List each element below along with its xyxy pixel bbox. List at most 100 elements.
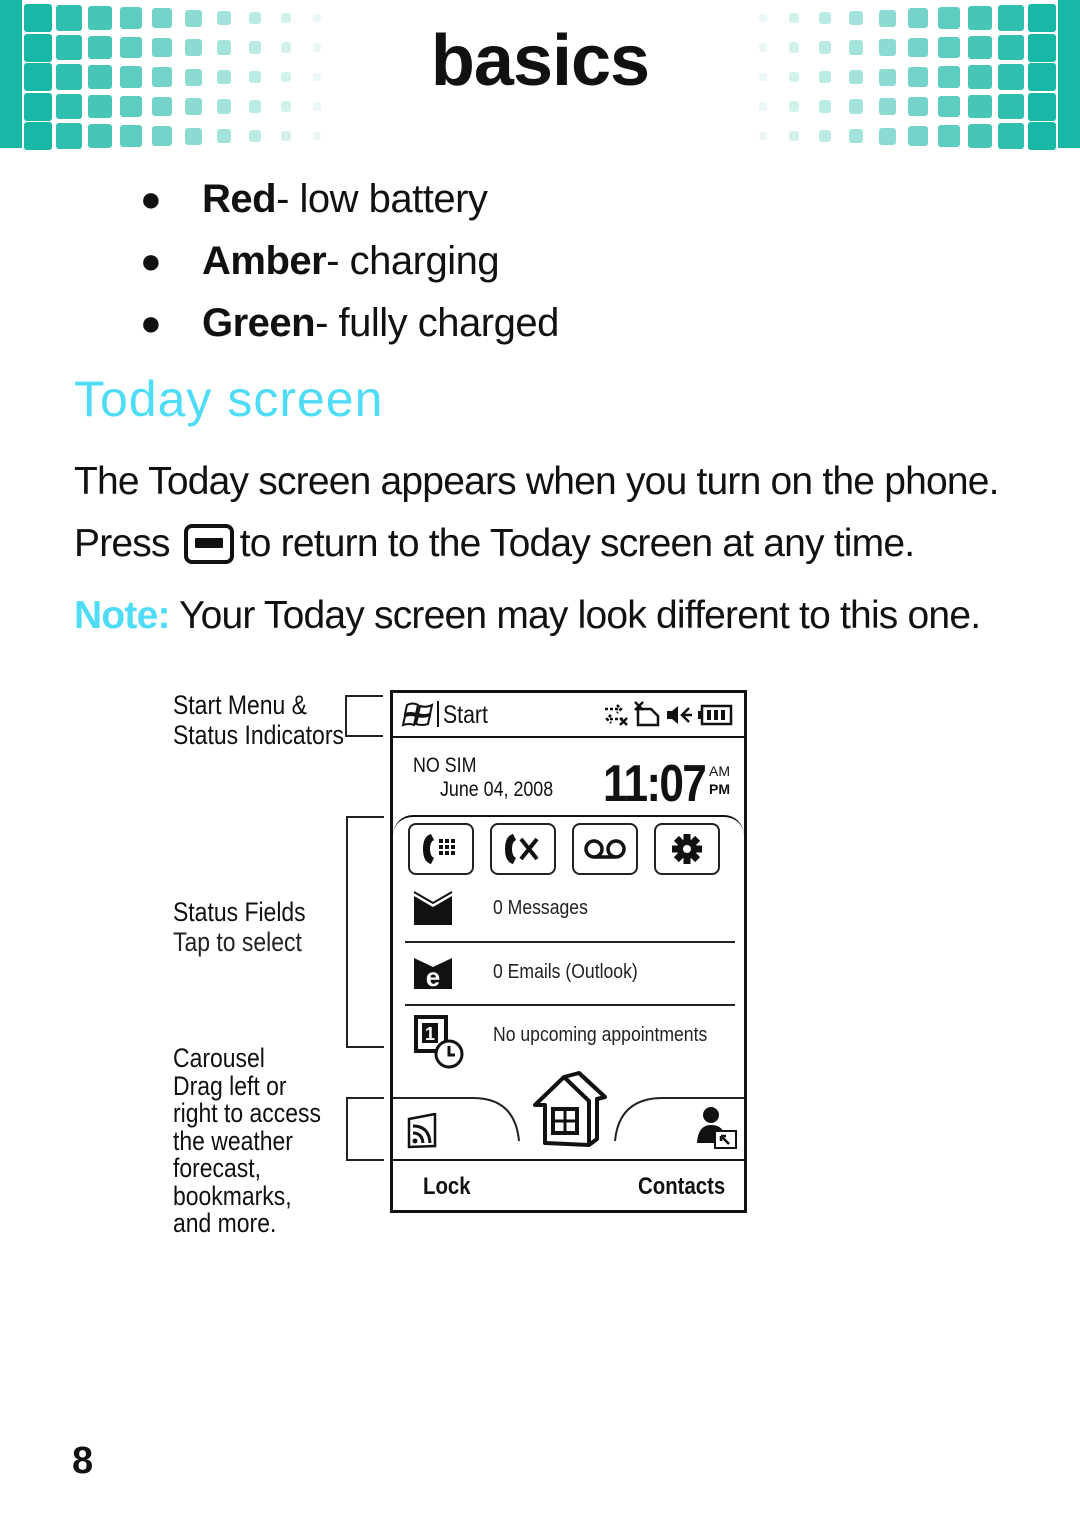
header-pattern-square bbox=[818, 100, 832, 113]
svg-text:e: e bbox=[426, 962, 440, 991]
title-bar: Start bbox=[393, 693, 744, 738]
voicemail-button[interactable] bbox=[572, 823, 638, 875]
battery-legend-list: ● Red - low battery ● Amber - charging ●… bbox=[140, 168, 559, 354]
header-pattern-square bbox=[788, 101, 800, 112]
rss-icon[interactable] bbox=[407, 1113, 439, 1149]
am-pm-indicator: AM PM bbox=[709, 762, 730, 798]
bullet-icon: ● bbox=[140, 240, 162, 281]
settings-button[interactable] bbox=[654, 823, 720, 875]
page-header: basics bbox=[0, 0, 1080, 150]
header-pattern-square bbox=[788, 130, 800, 142]
note: Note: Your Today screen may look differe… bbox=[74, 594, 981, 638]
data-connection-off-icon bbox=[605, 704, 628, 726]
header-pattern-square bbox=[24, 122, 52, 150]
callout-text: the weather bbox=[173, 1125, 293, 1156]
header-pattern-square bbox=[216, 128, 232, 144]
status-row-emails[interactable]: e 0 Emails (Outlook) bbox=[403, 943, 733, 1003]
phone-today-screen: Start NO SIM June 04, 2008 11:07 AM PM 0… bbox=[390, 690, 747, 1213]
battery-meaning: - low battery bbox=[276, 176, 488, 221]
no-sim-icon bbox=[634, 701, 660, 727]
status-row-appointments[interactable]: 1 No upcoming appointments bbox=[403, 1006, 733, 1069]
callout-bracket bbox=[345, 695, 383, 737]
battery-meaning: - charging bbox=[326, 238, 500, 283]
appointments-status: No upcoming appointments bbox=[493, 1024, 708, 1046]
header-pattern-square bbox=[968, 124, 992, 148]
battery-icon bbox=[698, 704, 733, 726]
header-pattern-square bbox=[280, 130, 292, 142]
section-title: Today screen bbox=[74, 371, 384, 427]
windows-start-icon[interactable] bbox=[401, 702, 435, 728]
settings-icon bbox=[672, 834, 702, 864]
header-pattern-square bbox=[848, 128, 864, 144]
paragraph: Press to return to the Today screen at a… bbox=[74, 522, 915, 566]
header-pattern-square bbox=[120, 125, 142, 147]
status-row-messages[interactable]: 0 Messages bbox=[403, 879, 733, 939]
paragraph-text: Press bbox=[74, 522, 171, 565]
missed-calls-button[interactable] bbox=[490, 823, 556, 875]
list-item: ● Green - fully charged bbox=[140, 292, 559, 354]
header-pattern-square bbox=[312, 102, 322, 111]
clock: 11:07 bbox=[603, 755, 707, 813]
pm-label: PM bbox=[709, 781, 730, 797]
callout-text: Status Indicators bbox=[173, 720, 344, 750]
date-time-area[interactable]: NO SIM June 04, 2008 11:07 AM PM bbox=[393, 738, 744, 816]
list-item: ● Red - low battery bbox=[140, 168, 559, 230]
battery-color: Amber bbox=[202, 238, 327, 283]
callout-title: Carousel bbox=[173, 1043, 265, 1073]
callout-bracket bbox=[346, 816, 384, 1048]
contacts-softkey[interactable]: Contacts bbox=[638, 1173, 725, 1201]
sim-status: NO SIM bbox=[413, 754, 477, 777]
callout-text: Drag left or bbox=[173, 1070, 287, 1101]
header-pattern-square bbox=[938, 125, 960, 147]
softkey-bar: Lock Contacts bbox=[393, 1159, 744, 1212]
callout-title: Status Fields bbox=[173, 897, 306, 927]
header-pattern-square bbox=[908, 126, 928, 146]
callout-text: forecast, bbox=[173, 1153, 262, 1183]
battery-color: Green bbox=[202, 300, 316, 345]
callout-text: right to access bbox=[173, 1098, 321, 1128]
chapter-title: basics bbox=[430, 21, 650, 101]
voicemail-icon bbox=[584, 839, 626, 859]
callout-start-menu: Start Menu & Status Indicators bbox=[173, 690, 344, 750]
callout-text: bookmarks, bbox=[173, 1180, 292, 1211]
contacts-icon[interactable] bbox=[695, 1105, 739, 1151]
battery-color: Red bbox=[202, 176, 277, 221]
divider bbox=[437, 701, 439, 727]
am-label: AM bbox=[709, 763, 730, 779]
calendar-icon: 1 bbox=[414, 1015, 464, 1069]
paragraph: The Today screen appears when you turn o… bbox=[74, 460, 999, 503]
header-pattern-square bbox=[248, 129, 262, 143]
callout-bracket bbox=[346, 1097, 384, 1161]
callout-text: Tap to select bbox=[173, 927, 302, 957]
note-label: Note: bbox=[74, 594, 170, 637]
page-number: 8 bbox=[72, 1440, 94, 1482]
header-pattern-square bbox=[248, 100, 262, 113]
lock-softkey[interactable]: Lock bbox=[423, 1173, 471, 1201]
header-pattern-square bbox=[184, 127, 202, 145]
missed-call-icon bbox=[505, 834, 539, 864]
date: June 04, 2008 bbox=[440, 778, 554, 801]
home-icon[interactable] bbox=[531, 1069, 609, 1149]
email-icon: e bbox=[414, 958, 452, 991]
emails-count: 0 Emails (Outlook) bbox=[493, 961, 638, 983]
paragraph-text: to return to the Today screen at any tim… bbox=[239, 522, 915, 565]
header-pattern-square bbox=[878, 127, 896, 145]
dialer-icon bbox=[423, 834, 455, 864]
header-pattern-square bbox=[312, 131, 322, 141]
header-pattern-square bbox=[280, 101, 292, 112]
message-icon bbox=[413, 891, 453, 925]
callout-text: and more. bbox=[173, 1208, 277, 1238]
messages-count: 0 Messages bbox=[493, 897, 588, 919]
carousel[interactable] bbox=[393, 1063, 744, 1161]
dialer-button[interactable] bbox=[408, 823, 474, 875]
note-text: Your Today screen may look different to … bbox=[169, 594, 981, 637]
header-pattern-square bbox=[152, 126, 172, 146]
vibrate-icon bbox=[667, 706, 692, 724]
header-pattern-square bbox=[758, 131, 768, 141]
start-menu-button[interactable]: Start bbox=[443, 701, 488, 730]
header-pattern-square bbox=[1028, 122, 1056, 150]
svg-text:1: 1 bbox=[425, 1024, 435, 1044]
callout-status-fields: Status Fields Tap to select bbox=[173, 897, 306, 957]
battery-meaning: - fully charged bbox=[315, 300, 559, 345]
bullet-icon: ● bbox=[140, 302, 162, 343]
